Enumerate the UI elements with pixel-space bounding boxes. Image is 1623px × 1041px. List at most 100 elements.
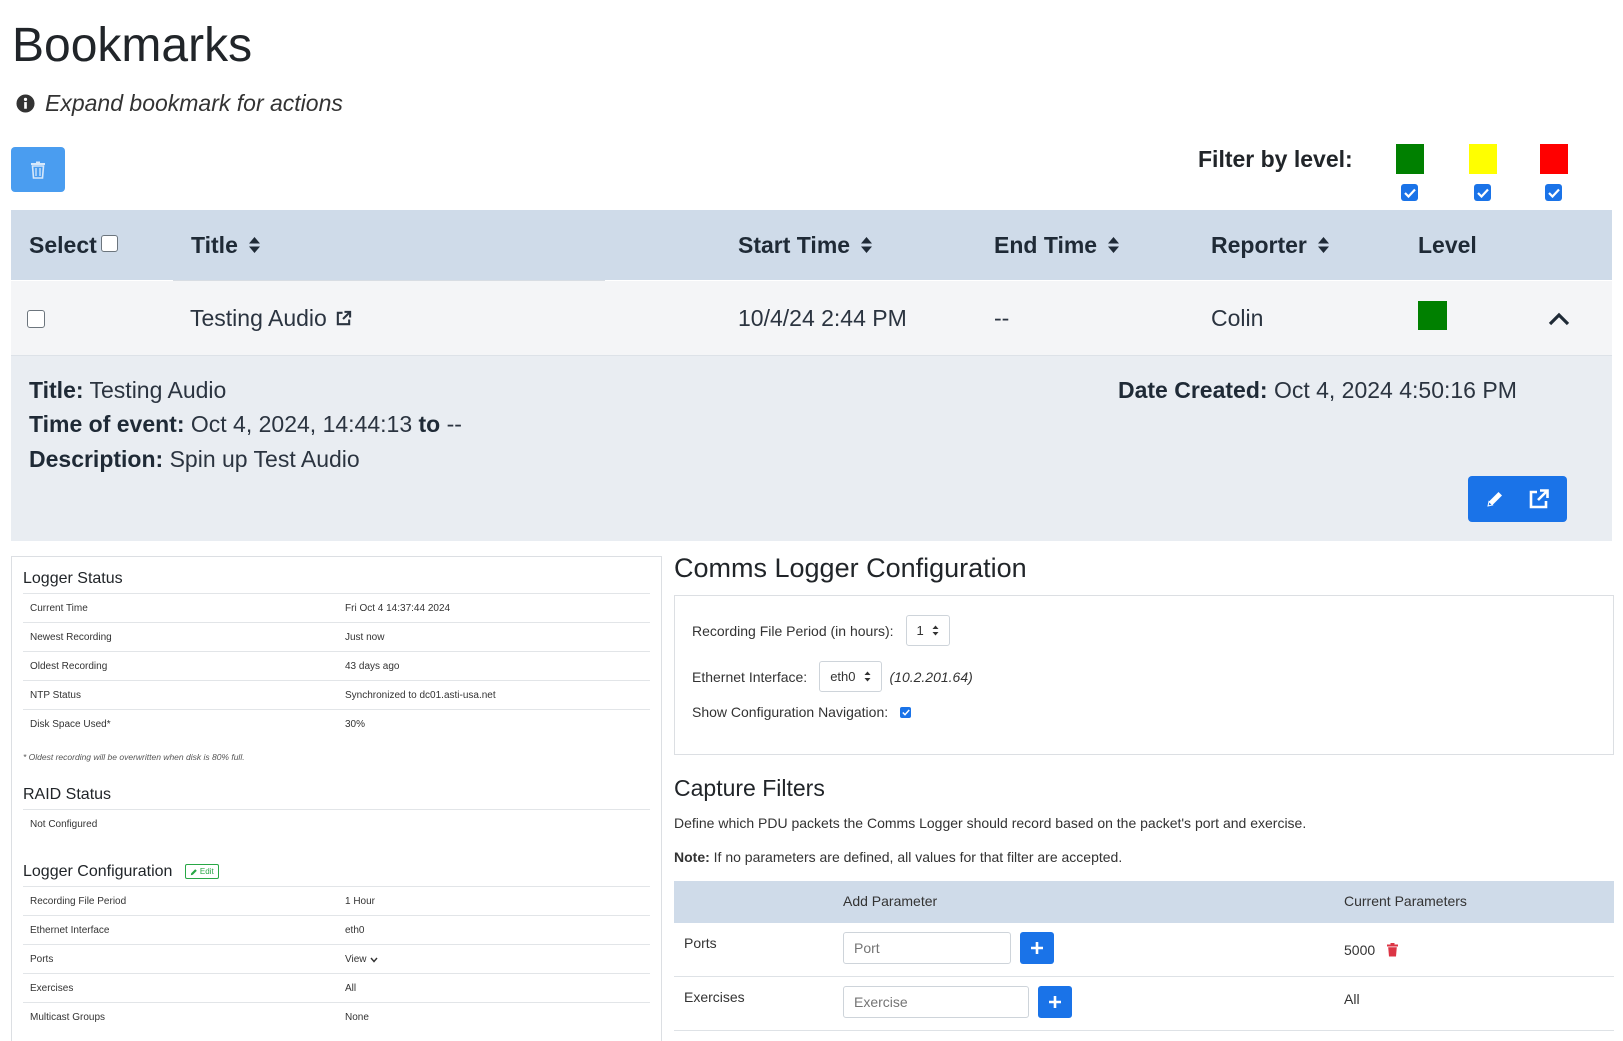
exercise-parameter-value: All <box>1344 991 1360 1007</box>
add-parameter-column: Add Parameter <box>843 893 938 909</box>
plus-icon <box>1030 941 1044 955</box>
status-key: NTP Status <box>30 690 81 701</box>
level-column-header: Level <box>1418 210 1477 280</box>
ports-current-parameters: 5000 <box>1344 942 1399 958</box>
exercise-input[interactable] <box>843 986 1029 1018</box>
trash-icon[interactable] <box>1387 943 1399 957</box>
recording-period-select[interactable]: 1 <box>905 615 950 646</box>
raid-status-row: Not Configured <box>23 809 650 838</box>
config-value: 1 Hour <box>345 896 376 907</box>
reporter-column-header[interactable]: Reporter <box>1211 210 1330 280</box>
end-time-column-header[interactable]: End Time <box>994 210 1120 280</box>
ports-view-toggle[interactable]: View <box>345 954 378 965</box>
bookmark-action-buttons <box>1468 476 1567 522</box>
ethernet-interface-value: eth0 <box>830 669 856 684</box>
port-input[interactable] <box>843 932 1011 964</box>
row-end-time: -- <box>994 305 1010 331</box>
sort-icon <box>1107 236 1120 254</box>
ethernet-interface-field: Ethernet Interface: eth0 (10.2.201.64) <box>692 661 973 692</box>
status-value: Synchronized to dc01.asti-usa.net <box>345 690 496 701</box>
title-column-header[interactable]: Title <box>191 210 261 280</box>
status-key: Current Time <box>30 603 88 614</box>
show-navigation-field: Show Configuration Navigation: <box>692 704 912 720</box>
edit-config-label: Edit <box>199 867 214 877</box>
show-navigation-checkbox[interactable] <box>900 706 912 718</box>
ports-filter-label: Ports <box>684 935 717 951</box>
detail-time-to: to <box>418 411 441 437</box>
exercises-filter-label: Exercises <box>684 989 745 1005</box>
sort-icon <box>1317 236 1330 254</box>
exercises-filter-row: Exercises All <box>674 977 1614 1031</box>
recording-period-field: Recording File Period (in hours): 1 <box>692 615 950 646</box>
detail-time-start: Oct 4, 2024, 14:44:13 <box>190 411 413 437</box>
ports-view-label: View <box>345 954 367 965</box>
ethernet-interface-select[interactable]: eth0 <box>819 661 882 692</box>
logger-configuration-title: Logger Configuration <box>23 863 173 880</box>
status-row: Newest Recording Just now <box>23 622 650 651</box>
detail-time-end: -- <box>446 411 462 437</box>
note-text: If no parameters are defined, all values… <box>713 849 1123 865</box>
chevron-up-icon <box>1548 312 1570 326</box>
level-column-label: Level <box>1418 231 1477 258</box>
filter-yellow-checkbox[interactable] <box>1474 184 1491 201</box>
detail-title-value: Testing Audio <box>89 377 227 403</box>
trash-icon <box>30 161 46 179</box>
select-arrows-icon <box>864 671 871 682</box>
hint: Expand bookmark for actions <box>16 90 343 117</box>
chevron-down-icon <box>369 957 378 963</box>
config-key: Exercises <box>30 983 74 994</box>
plus-icon <box>1048 995 1062 1009</box>
logger-configuration-heading: Logger Configuration Edit <box>23 863 219 881</box>
detail-date-created-value: Oct 4, 2024 4:50:16 PM <box>1273 377 1517 403</box>
level-green-swatch <box>1396 144 1424 174</box>
config-key: Recording File Period <box>30 896 127 907</box>
row-title-cell[interactable]: Testing Audio <box>190 281 352 356</box>
detail-title-label: Title: <box>29 377 84 403</box>
recording-period-value: 1 <box>916 623 924 638</box>
row-select-cell <box>27 281 45 356</box>
config-row: Exercises All <box>23 973 650 1002</box>
raid-status-title: RAID Status <box>23 786 112 803</box>
external-link-icon[interactable] <box>335 310 352 327</box>
config-row: Ethernet Interface eth0 <box>23 915 650 944</box>
status-value: Just now <box>345 632 385 643</box>
edit-bookmark-button[interactable] <box>1485 489 1505 509</box>
status-row: Oldest Recording 43 days ago <box>23 651 650 680</box>
capture-filters-note: Note: If no parameters are defined, all … <box>674 849 1122 865</box>
title-column-label: Title <box>191 231 238 258</box>
delete-selected-button[interactable] <box>11 147 65 192</box>
row-select-checkbox[interactable] <box>27 309 45 328</box>
logger-status-panel: Logger Status Current Time Fri Oct 4 14:… <box>11 556 662 1041</box>
capture-filters-description: Define which PDU packets the Comms Logge… <box>674 815 1307 831</box>
row-title-link[interactable]: Testing Audio <box>190 305 327 332</box>
bookmark-row[interactable]: Testing Audio 10/4/24 2:44 PM -- Colin <box>11 281 1612 356</box>
config-value: None <box>345 1012 369 1023</box>
edit-config-button[interactable]: Edit <box>184 864 219 880</box>
open-bookmark-button[interactable] <box>1528 488 1550 510</box>
select-all-checkbox[interactable] <box>100 234 118 252</box>
ethernet-ip-address: (10.2.201.64) <box>889 668 973 685</box>
detail-date-created-label: Date Created: <box>1118 377 1268 403</box>
pencil-icon <box>190 868 198 876</box>
page-title: Bookmarks <box>12 19 253 72</box>
collapse-row-button[interactable] <box>1548 281 1570 356</box>
filter-green-checkbox[interactable] <box>1401 184 1418 201</box>
ports-filter-row: Ports 5000 <box>674 923 1614 977</box>
detail-time-label: Time of event: <box>29 411 185 437</box>
add-exercise-button[interactable] <box>1038 986 1072 1018</box>
capture-filters-title: Capture Filters <box>674 775 825 801</box>
table-header: Select Title Start Time End Time Reporte… <box>11 210 1612 280</box>
status-value: 30% <box>345 719 366 730</box>
start-time-column-label: Start Time <box>738 231 851 258</box>
info-icon <box>16 94 35 113</box>
detail-description-label: Description: <box>29 446 164 472</box>
add-port-button[interactable] <box>1020 932 1054 964</box>
config-row: Recording File Period 1 Hour <box>23 886 650 915</box>
status-key: Oldest Recording <box>30 661 108 672</box>
start-time-column-header[interactable]: Start Time <box>738 210 873 280</box>
config-row: Ports View <box>23 944 650 973</box>
current-parameters-column: Current Parameters <box>1344 893 1467 909</box>
status-key: Newest Recording <box>30 632 112 643</box>
status-row: Current Time Fri Oct 4 14:37:44 2024 <box>23 593 650 622</box>
filter-red-checkbox[interactable] <box>1545 184 1562 201</box>
